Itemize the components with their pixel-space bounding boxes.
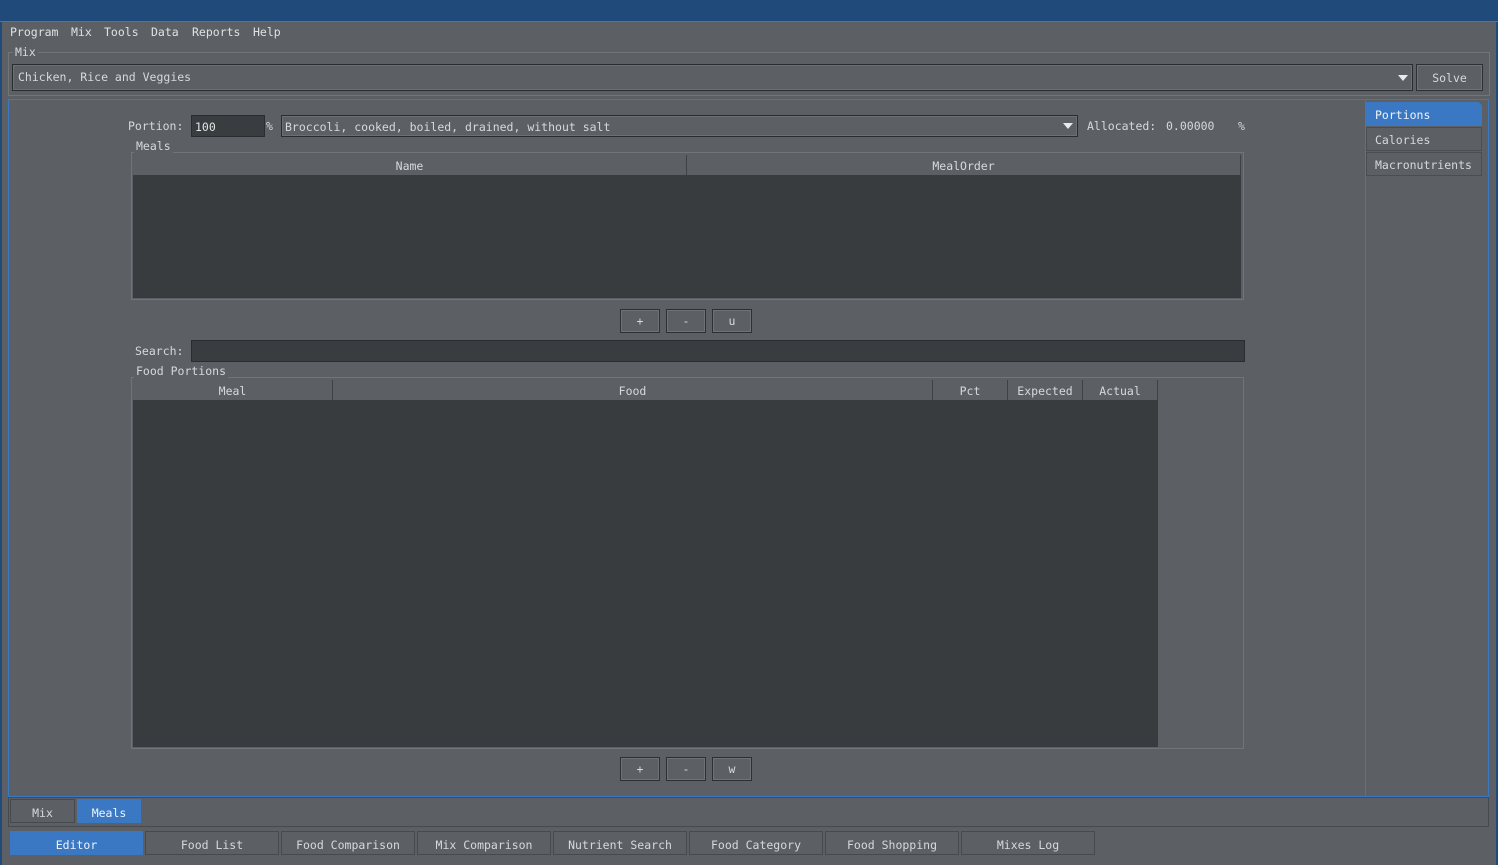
menu-reports[interactable]: Reports	[192, 25, 240, 39]
meals-group-title: Meals	[134, 139, 173, 153]
menu-mix[interactable]: Mix	[71, 25, 92, 39]
portion-label: Portion:	[128, 119, 184, 133]
chevron-down-icon	[1063, 123, 1073, 129]
panel-divider	[1365, 100, 1366, 796]
allocated-value: 0.00000	[1163, 115, 1237, 137]
inner-tab-strip	[8, 797, 1489, 827]
food-select-value: Broccoli, cooked, boiled, drained, witho…	[285, 120, 611, 134]
food-select[interactable]: Broccoli, cooked, boiled, drained, witho…	[281, 115, 1078, 137]
tab-macronutrients[interactable]: Macronutrients	[1366, 152, 1482, 176]
portion-input[interactable]: 100	[191, 115, 265, 137]
search-input[interactable]	[191, 340, 1245, 362]
food-portions-group-title: Food Portions	[134, 364, 229, 378]
tab-portions[interactable]: Portions	[1366, 102, 1482, 126]
tab-mix-comparison[interactable]: Mix Comparison	[417, 831, 551, 855]
tab-calories[interactable]: Calories	[1366, 127, 1482, 151]
tab-food-category[interactable]: Food Category	[689, 831, 823, 855]
column-header-mealorder[interactable]: MealOrder	[687, 155, 1241, 175]
column-header-meal[interactable]: Meal	[133, 380, 333, 400]
tab-food-comparison[interactable]: Food Comparison	[281, 831, 415, 855]
solve-button[interactable]: Solve	[1416, 64, 1483, 91]
add-meal-button[interactable]: +	[620, 309, 660, 333]
column-header-name[interactable]: Name	[133, 155, 687, 175]
allocated-label: Allocated:	[1087, 119, 1157, 133]
meals-table-body[interactable]	[133, 175, 1241, 298]
add-portion-button[interactable]: +	[620, 757, 660, 781]
tab-meals[interactable]: Meals	[77, 799, 141, 823]
allocated-percent-sign: %	[1238, 119, 1245, 133]
tab-mix[interactable]: Mix	[10, 799, 75, 823]
remove-portion-button[interactable]: -	[666, 757, 706, 781]
write-portion-button[interactable]: w	[712, 757, 752, 781]
tab-food-list[interactable]: Food List	[145, 831, 279, 855]
food-portions-table-header: Meal Food Pct Expected Actual	[133, 380, 1158, 400]
menu-program[interactable]: Program	[10, 25, 58, 39]
tab-food-shopping[interactable]: Food Shopping	[825, 831, 959, 855]
update-meal-button[interactable]: u	[712, 309, 752, 333]
search-label: Search:	[135, 344, 184, 358]
column-header-pct[interactable]: Pct	[933, 380, 1008, 400]
menu-data[interactable]: Data	[151, 25, 179, 39]
mix-group-title: Mix	[13, 45, 38, 59]
meals-table-header: Name MealOrder	[133, 155, 1241, 175]
food-portions-table-body[interactable]	[133, 400, 1158, 747]
column-header-food[interactable]: Food	[333, 380, 933, 400]
mix-select-value: Chicken, Rice and Veggies	[18, 70, 192, 84]
tab-mixes-log[interactable]: Mixes Log	[961, 831, 1095, 855]
tab-editor[interactable]: Editor	[10, 831, 143, 855]
portion-percent-sign: %	[266, 119, 273, 133]
window-titlebar[interactable]	[0, 0, 1498, 22]
mix-select[interactable]: Chicken, Rice and Veggies	[12, 64, 1413, 91]
menu-help[interactable]: Help	[253, 25, 281, 39]
menu-tools[interactable]: Tools	[104, 25, 139, 39]
menu-bar: Program Mix Tools Data Reports Help	[0, 22, 1498, 42]
column-header-actual[interactable]: Actual	[1083, 380, 1158, 400]
remove-meal-button[interactable]: -	[666, 309, 706, 333]
column-header-expected[interactable]: Expected	[1008, 380, 1083, 400]
chevron-down-icon	[1398, 75, 1408, 81]
side-tab-bar: Portions Calories Macronutrients	[1366, 102, 1484, 182]
tab-nutrient-search[interactable]: Nutrient Search	[553, 831, 687, 855]
